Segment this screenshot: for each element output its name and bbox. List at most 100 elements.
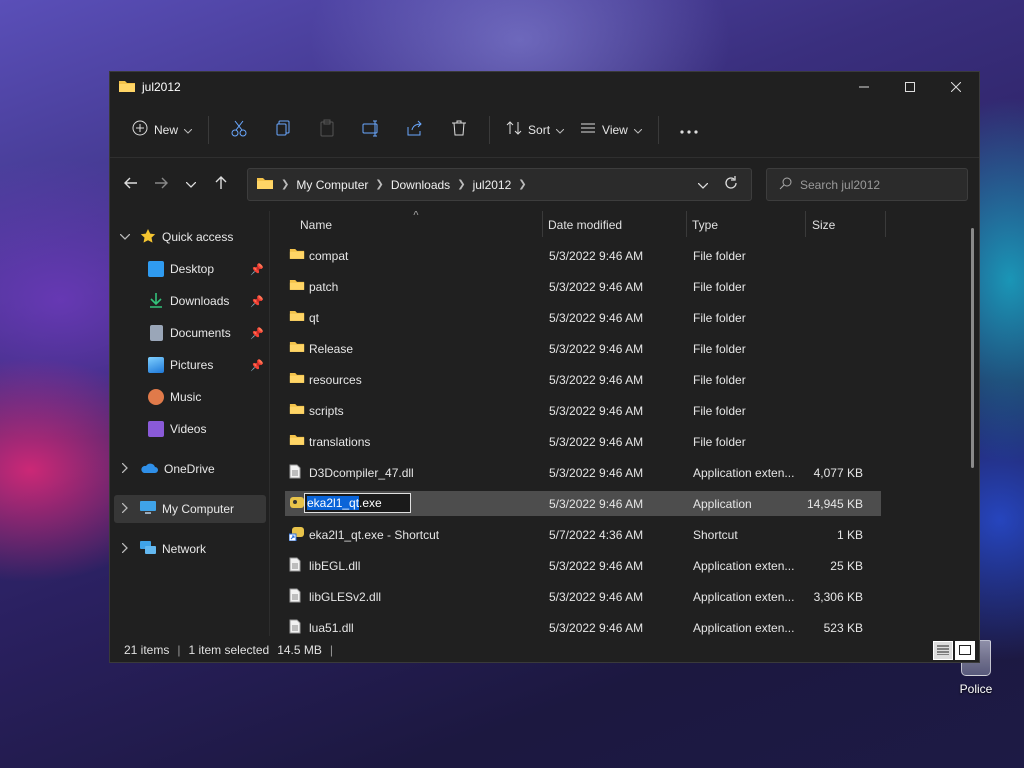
table-row[interactable]: D3Dcompiler_47.dll 5/3/2022 9:46 AM Applic… [285, 457, 881, 488]
search-icon [779, 177, 792, 193]
file-date: 5/3/2022 9:46 AM [549, 310, 644, 325]
back-button[interactable] [116, 169, 146, 199]
file-date: 5/7/2022 4:36 AM [549, 527, 644, 542]
video-icon [148, 421, 164, 437]
column-type[interactable]: Type [682, 211, 802, 240]
file-type: File folder [693, 341, 746, 356]
clipboard-icon [318, 119, 336, 140]
sort-button[interactable]: Sort [498, 114, 572, 146]
item-count: 21 items [124, 643, 170, 657]
chevron-right-icon[interactable] [118, 462, 132, 476]
chevron-right-icon[interactable] [118, 542, 132, 556]
sidebar-item-downloads[interactable]: Downloads 📌 [148, 287, 270, 315]
sidebar-item-network[interactable]: Network [118, 535, 206, 563]
up-button[interactable] [206, 169, 236, 199]
sidebar-item-documents[interactable]: Documents 📌 [148, 319, 270, 347]
file-date: 5/3/2022 9:46 AM [549, 620, 644, 635]
breadcrumb-downloads[interactable]: Downloads [391, 178, 450, 192]
table-row[interactable]: scripts 5/3/2022 9:46 AM File folder [285, 395, 881, 426]
new-button[interactable]: New [124, 114, 200, 146]
rename-icon [362, 119, 380, 140]
table-row[interactable]: resources 5/3/2022 9:46 AM File folder [285, 364, 881, 395]
recent-locations-button[interactable] [176, 169, 206, 199]
arrow-right-icon [154, 177, 168, 192]
table-row[interactable]: libGLESv2.dll 5/3/2022 9:46 AM Application… [285, 581, 881, 612]
status-bar: 21 items | 1 item selected 14.5 MB | [110, 636, 979, 662]
network-icon [140, 540, 156, 558]
breadcrumb-my-computer[interactable]: My Computer [296, 178, 368, 192]
sidebar-item-music[interactable]: Music [148, 383, 270, 411]
table-row[interactable]: patch 5/3/2022 9:46 AM File folder [285, 271, 881, 302]
table-row[interactable]: compat 5/3/2022 9:46 AM File folder [285, 240, 881, 271]
refresh-button[interactable] [717, 176, 745, 193]
copy-button[interactable] [267, 114, 299, 146]
table-row[interactable]: eka2l1_qt.exe - Shortcut 5/7/2022 4:36 AM… [285, 519, 881, 550]
delete-button[interactable] [443, 114, 475, 146]
file-type: File folder [693, 372, 746, 387]
cut-button[interactable] [223, 114, 255, 146]
file-name: D3Dcompiler_47.dll [309, 465, 414, 480]
sidebar-item-label: My Computer [162, 502, 235, 516]
chevron-down-icon[interactable] [118, 232, 132, 243]
music-icon [148, 389, 164, 405]
address-bar[interactable]: ❯ My Computer ❯ Downloads ❯ jul2012 ❯ [247, 168, 752, 201]
more-options-button[interactable] [673, 114, 705, 146]
file-date: 5/3/2022 9:46 AM [549, 279, 644, 294]
column-date-modified[interactable]: Date modified [538, 211, 678, 240]
sidebar-item-onedrive[interactable]: OneDrive [118, 455, 215, 483]
table-row[interactable]: eka2l1_qt .exe 5/3/2022 9:46 AM Application… [285, 491, 881, 516]
tiles-view-icon [959, 644, 971, 658]
share-button[interactable] [399, 114, 431, 146]
folder-icon [289, 278, 305, 294]
table-row[interactable]: libEGL.dll 5/3/2022 9:46 AM Application ex… [285, 550, 881, 581]
table-row[interactable]: qt 5/3/2022 9:46 AM File folder [285, 302, 881, 333]
paste-button[interactable] [311, 114, 343, 146]
title-bar[interactable]: jul2012 [110, 72, 979, 102]
sidebar-item-my-computer[interactable]: My Computer [114, 495, 266, 523]
sidebar-item-label: Desktop [170, 262, 215, 276]
dll-file-icon [289, 619, 301, 636]
file-type: File folder [693, 434, 746, 449]
pin-icon: 📌 [250, 327, 264, 340]
address-history-button[interactable] [689, 178, 717, 192]
table-row[interactable]: Release 5/3/2022 9:46 AM File folder [285, 333, 881, 364]
vertical-scrollbar[interactable] [971, 228, 974, 468]
rename-input[interactable]: eka2l1_qt .exe [304, 493, 411, 513]
tiles-view-button[interactable] [955, 641, 975, 660]
sidebar-item-quick-access[interactable]: Quick access [118, 223, 233, 251]
minimize-button[interactable] [841, 72, 887, 102]
file-type: Application [693, 496, 752, 511]
sidebar-item-label: OneDrive [164, 462, 215, 476]
chevron-right-icon[interactable] [118, 502, 132, 516]
maximize-button[interactable] [887, 72, 933, 102]
file-type: File folder [693, 279, 746, 294]
column-name[interactable]: Name [290, 211, 542, 240]
breadcrumb-separator-icon: ❯ [457, 179, 466, 190]
folder-icon [289, 371, 305, 387]
search-input[interactable] [800, 177, 950, 192]
file-date: 5/3/2022 9:46 AM [549, 403, 644, 418]
sidebar-item-desktop[interactable]: Desktop 📌 [148, 255, 270, 283]
sidebar-item-label: Documents [170, 326, 231, 340]
sidebar-item-pictures[interactable]: Pictures 📌 [148, 351, 270, 379]
table-row[interactable]: lua51.dll 5/3/2022 9:46 AM Application ext… [285, 612, 881, 636]
rename-button[interactable] [355, 114, 387, 146]
sidebar-item-videos[interactable]: Videos [148, 415, 270, 443]
breadcrumb-separator-icon: ❯ [518, 179, 527, 190]
trash-icon [450, 119, 468, 140]
forward-button[interactable] [146, 169, 176, 199]
search-box[interactable] [766, 168, 968, 201]
new-label: New [154, 122, 179, 137]
breadcrumb-jul2012[interactable]: jul2012 [473, 178, 512, 192]
file-name: patch [309, 279, 339, 294]
close-button[interactable] [933, 72, 979, 102]
table-row[interactable]: translations 5/3/2022 9:46 AM File folder [285, 426, 881, 457]
navigation-pane: Quick access Desktop 📌 Downloads 📌 Docum… [110, 211, 270, 636]
pin-icon: 📌 [250, 263, 264, 276]
details-view-button[interactable] [933, 641, 953, 660]
dll-file-icon [289, 464, 301, 482]
column-size[interactable]: Size [802, 211, 882, 240]
view-button[interactable]: View [572, 114, 650, 146]
file-type: Application exten... [693, 620, 795, 635]
file-date: 5/3/2022 9:46 AM [549, 558, 644, 573]
